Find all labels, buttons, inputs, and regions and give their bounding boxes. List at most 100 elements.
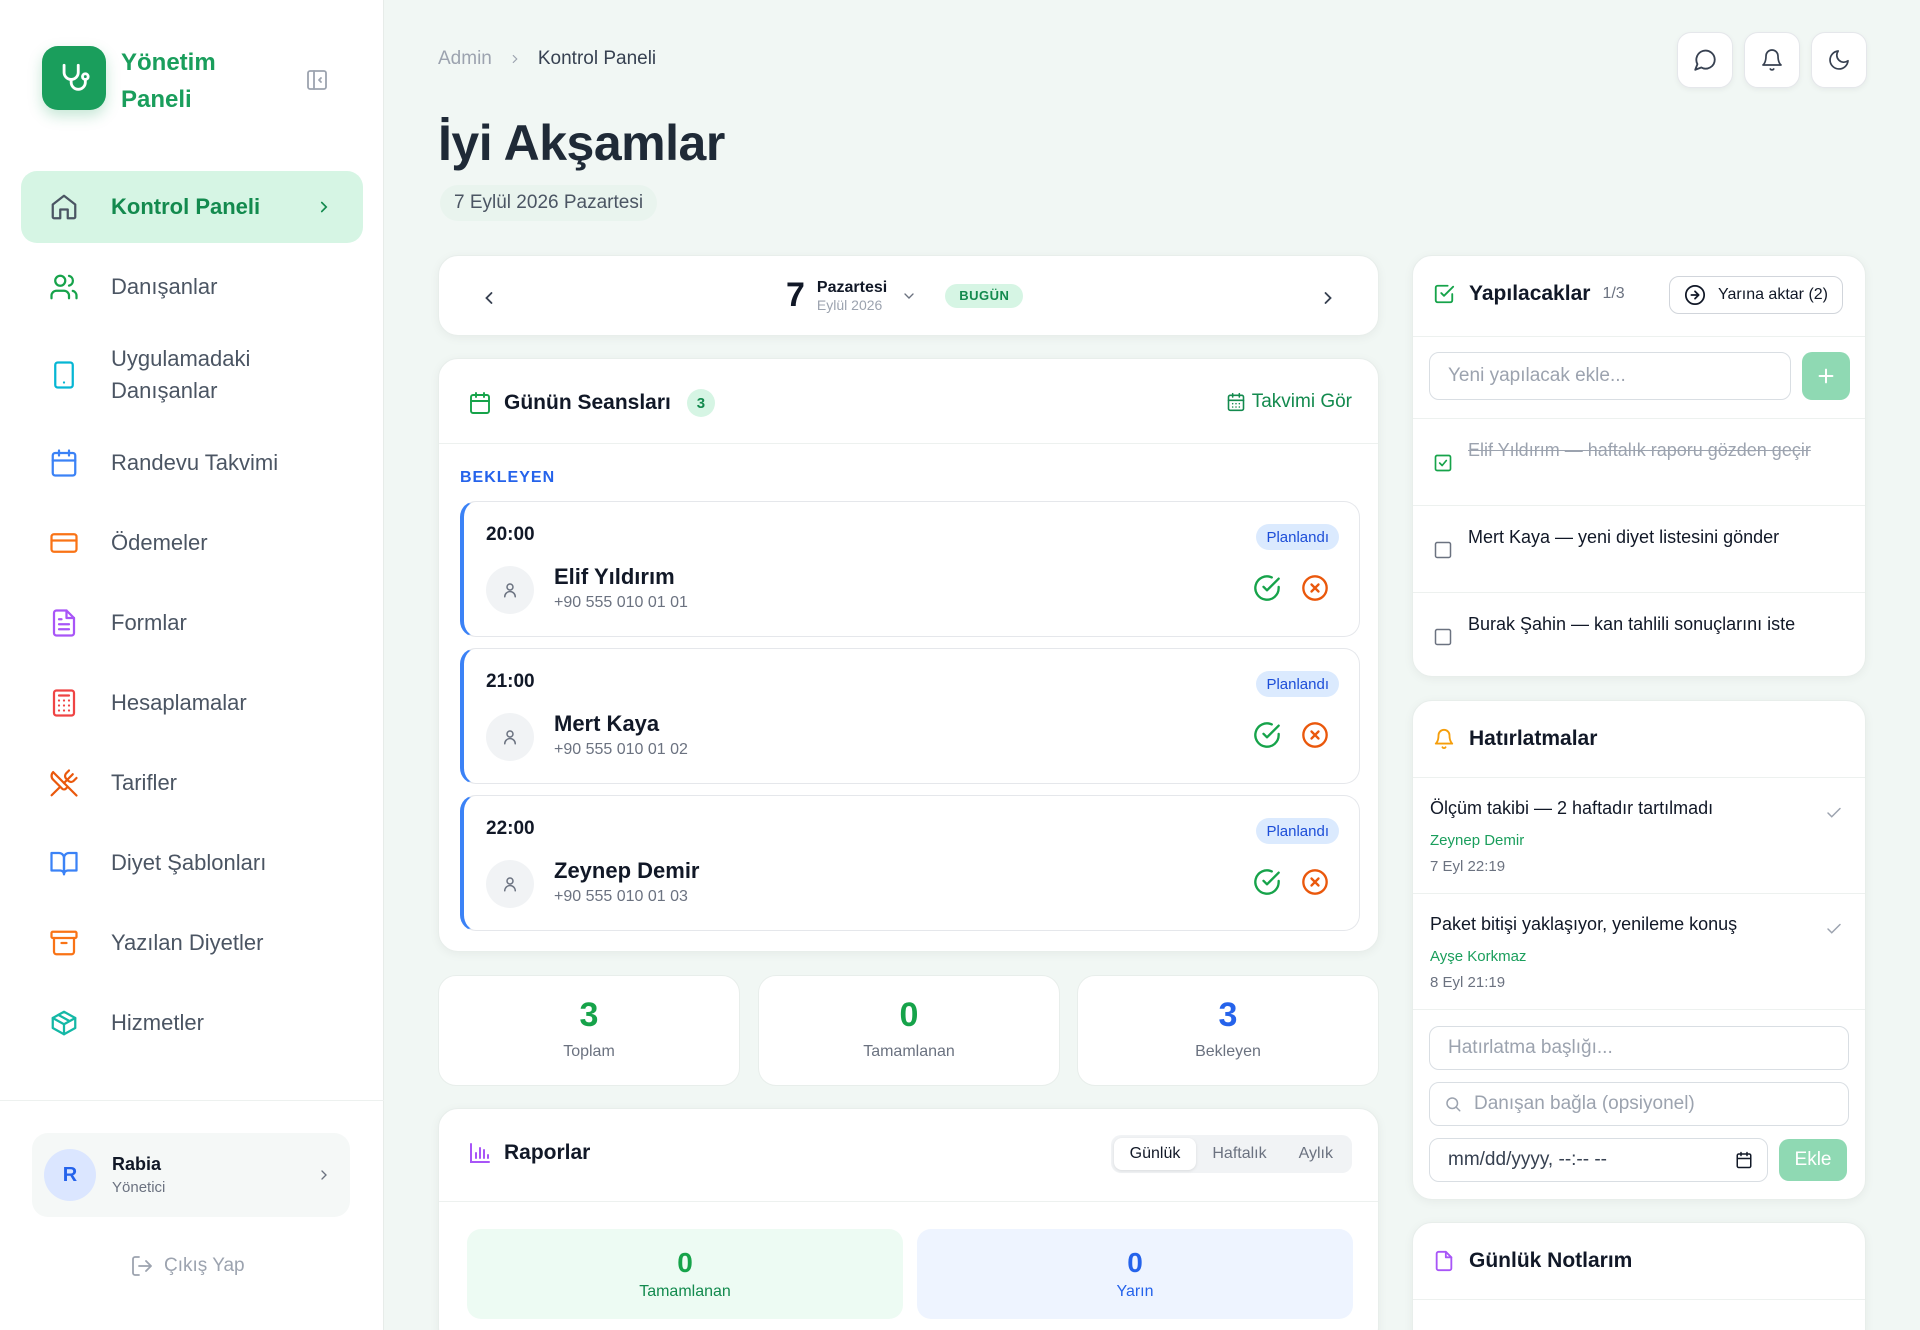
check-circle-icon[interactable]	[1253, 574, 1281, 602]
sidebar-collapse-icon[interactable]	[305, 68, 329, 92]
chevron-right-icon	[320, 201, 328, 213]
sidebar-item-label: Danışanlar	[111, 274, 218, 299]
session-client-name: Mert Kaya	[554, 711, 660, 736]
sessions-count-badge: 3	[686, 389, 715, 417]
report-label: Tamamlanan	[639, 1283, 731, 1300]
brand-title: Yönetim Paneli	[121, 49, 216, 113]
breadcrumb-admin[interactable]: Admin	[438, 48, 492, 70]
sidebar-item-label: Ödemeler	[111, 530, 208, 555]
new-todo-input[interactable]: Yeni yapılacak ekle...	[1429, 352, 1791, 400]
session-item[interactable]: 22:00 Planlandı Zeynep Demir +90 555 010…	[460, 795, 1360, 931]
sidebar-item-label: Hesaplamalar	[111, 690, 247, 715]
user-card[interactable]: R Rabia Yönetici	[32, 1133, 350, 1217]
next-day-button[interactable]	[1318, 288, 1338, 308]
date-picker[interactable]: 7 Pazartesi Eylül 2026 BUGÜN	[786, 276, 1024, 315]
stat-total: 3 Toplam	[438, 975, 740, 1086]
x-circle-icon[interactable]	[1301, 574, 1329, 602]
x-circle-icon[interactable]	[1301, 868, 1329, 896]
bell-icon	[1762, 49, 1782, 71]
stat-label: Tamamlanan	[863, 1043, 955, 1060]
sidebar-item-calendar[interactable]: Randevu Takvimi	[21, 427, 363, 499]
status-badge: Planlandı	[1256, 818, 1339, 844]
arrow-right-circle-icon	[1684, 284, 1706, 306]
reminder-title: Ölçüm takibi — 2 haftadır tartılmadı	[1430, 798, 1714, 818]
reminder-client-input[interactable]: Danışan bağla (opsiyonel)	[1429, 1082, 1849, 1126]
sidebar-item-label: Randevu Takvimi	[111, 450, 279, 475]
tab-weekly[interactable]: Haftalık	[1196, 1138, 1282, 1170]
theme-toggle-button[interactable]	[1811, 32, 1867, 88]
tab-monthly[interactable]: Aylık	[1283, 1138, 1349, 1170]
smartphone-icon	[54, 361, 74, 389]
report-tomorrow: 0 Yarın	[917, 1229, 1353, 1319]
checkbox-checked-icon[interactable]	[1433, 453, 1453, 473]
reminder-date: 7 Eyl 22:19	[1430, 858, 1506, 875]
date-chip: 7 Eylül 2026 Pazartesi	[440, 185, 658, 221]
sidebar-item-services[interactable]: Hizmetler	[21, 987, 363, 1059]
x-circle-icon[interactable]	[1301, 721, 1329, 749]
stat-completed: 0 Tamamlanan	[758, 975, 1060, 1086]
user-role: Yönetici	[112, 1179, 166, 1196]
session-item[interactable]: 20:00 Planlandı Elif Yıldırım +90 555 01…	[460, 501, 1360, 637]
add-reminder-button[interactable]: Ekle	[1779, 1139, 1847, 1181]
avatar: R	[44, 1149, 96, 1201]
reminder-datetime-input[interactable]: mm/dd/yyyy, --:-- --	[1429, 1138, 1768, 1182]
move-to-tomorrow-button[interactable]: Yarına aktar (2)	[1669, 276, 1843, 314]
stat-pending: 3 Bekleyen	[1077, 975, 1379, 1086]
notes-title: Günlük Notlarım	[1433, 1249, 1632, 1273]
sessions-title: Günün Seansları 3	[468, 389, 715, 417]
see-calendar-link[interactable]: Takvimi Gör	[1226, 391, 1352, 413]
stat-label: Toplam	[563, 1043, 615, 1060]
sessions-title-text: Günün Seansları	[504, 391, 671, 414]
reminders-card: Hatırlatmalar Ölçüm takibi — 2 haftadır …	[1412, 700, 1866, 1200]
moon-icon	[1829, 50, 1849, 70]
session-client-name: Elif Yıldırım	[554, 564, 675, 589]
logout-button[interactable]: Çıkış Yap	[130, 1254, 245, 1278]
tab-daily[interactable]: Günlük	[1113, 1138, 1197, 1170]
date-weekday: Pazartesi	[816, 278, 888, 296]
message-circle-icon	[1694, 49, 1716, 71]
reminder-client[interactable]: Zeynep Demir	[1430, 832, 1524, 849]
sidebar-item-diet-templates[interactable]: Diyet Şablonları	[21, 827, 363, 899]
session-client-phone: +90 555 010 01 03	[554, 888, 688, 905]
report-completed: 0 Tamamlanan	[467, 1229, 903, 1319]
avatar	[486, 713, 534, 761]
report-label: Yarın	[1116, 1283, 1154, 1300]
check-circle-icon[interactable]	[1253, 721, 1281, 749]
session-client-phone: +90 555 010 01 02	[554, 741, 688, 758]
chevron-left-icon	[485, 292, 493, 304]
calendar-picker-icon[interactable]	[1735, 1151, 1753, 1169]
sidebar-item-clients[interactable]: Danışanlar	[21, 251, 363, 323]
sidebar-item-forms[interactable]: Formlar	[21, 587, 363, 659]
checkbox-icon[interactable]	[1433, 627, 1453, 647]
sidebar-item-app-clients[interactable]: Uygulamadaki Danışanlar	[21, 331, 363, 419]
notifications-button[interactable]	[1744, 32, 1800, 88]
divider	[439, 443, 1378, 444]
sidebar-item-label: Tarifler	[111, 770, 178, 795]
todo-item: Elif Yıldırım — haftalık raporu gözden g…	[1413, 418, 1865, 504]
sidebar-item-calculations[interactable]: Hesaplamalar	[21, 667, 363, 739]
sidebar-item-written-diets[interactable]: Yazılan Diyetler	[21, 907, 363, 979]
messages-button[interactable]	[1677, 32, 1733, 88]
sidebar-item-recipes[interactable]: Tarifler	[21, 747, 363, 819]
reminder-client[interactable]: Ayşe Korkmaz	[1430, 948, 1526, 965]
check-icon[interactable]	[1825, 920, 1843, 938]
checkbox-icon[interactable]	[1433, 540, 1453, 560]
stat-value: 0	[899, 996, 919, 1034]
check-circle-icon[interactable]	[1253, 868, 1281, 896]
user-icon	[504, 583, 516, 598]
sidebar-item-payments[interactable]: Ödemeler	[21, 507, 363, 579]
todo-text: Burak Şahin — kan tahlili sonuçlarını is…	[1468, 614, 1796, 634]
sidebar-item-dashboard[interactable]: Kontrol Paneli	[21, 171, 363, 243]
calendar-icon	[51, 449, 77, 477]
report-value: 0	[677, 1247, 693, 1278]
session-item[interactable]: 21:00 Planlandı Mert Kaya +90 555 010 01…	[460, 648, 1360, 784]
prev-day-button[interactable]	[479, 288, 499, 308]
sidebar-divider	[0, 1100, 384, 1101]
reminder-client-placeholder: Danışan bağla (opsiyonel)	[1474, 1093, 1695, 1114]
user-icon	[504, 730, 516, 745]
reminder-title-input[interactable]: Hatırlatma başlığı...	[1429, 1026, 1849, 1070]
sidebar: Yönetim Paneli Kontrol Paneli Danışanlar…	[0, 0, 384, 1330]
add-todo-button[interactable]	[1802, 352, 1850, 400]
check-icon[interactable]	[1825, 804, 1843, 822]
book-open-icon	[50, 851, 78, 876]
